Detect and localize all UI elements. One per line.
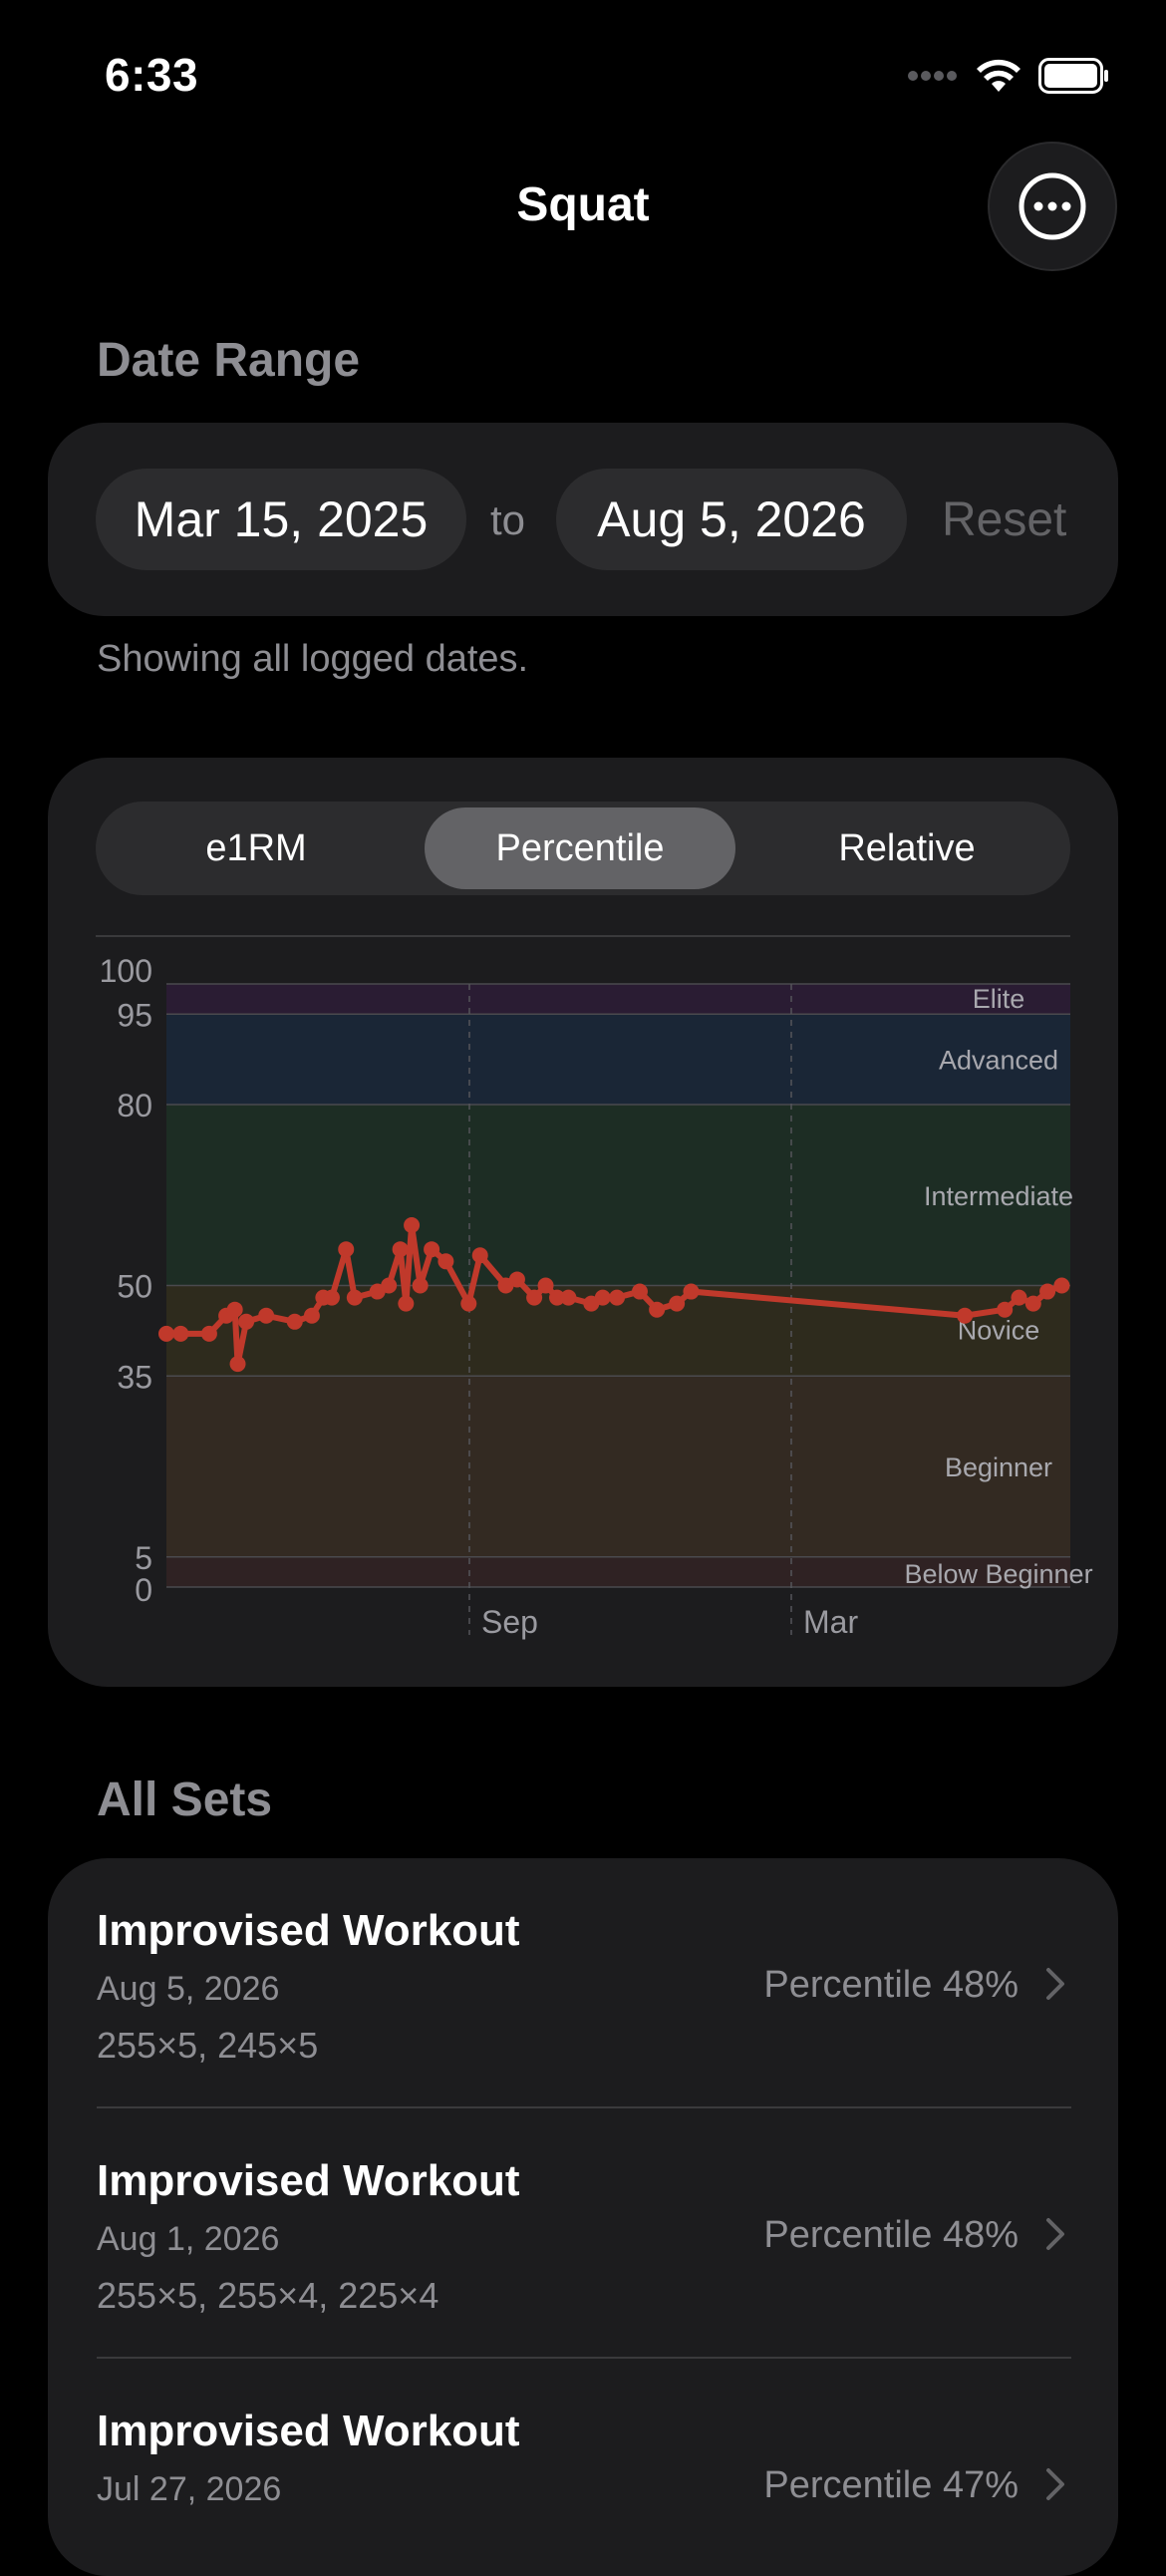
workout-date: Aug 1, 2026 bbox=[97, 2220, 280, 2258]
workout-title: Improvised Workout bbox=[97, 1906, 520, 1955]
cellular-signal-icon bbox=[908, 71, 957, 81]
data-point bbox=[471, 1247, 488, 1264]
data-point bbox=[560, 1289, 577, 1306]
chart-card: e1RM Percentile Relative 100 95 80 50 35 5 0 Se… bbox=[48, 758, 1118, 1687]
percentile-chart: 100 95 80 50 35 50 Sep Mar Elite Advanced Intermed… bbox=[100, 953, 1093, 1640]
data-point bbox=[398, 1295, 415, 1312]
date-range-card: Mar 15, 2025 to Aug 5, 2026 Reset bbox=[48, 423, 1118, 616]
all-sets-list: Improvised Workout Aug 5, 2026 255×5, 24… bbox=[48, 1858, 1118, 2576]
data-point bbox=[404, 1217, 421, 1233]
data-point bbox=[683, 1283, 700, 1300]
start-date-picker[interactable]: Mar 15, 2025 bbox=[96, 469, 466, 570]
data-point bbox=[1039, 1283, 1056, 1300]
band-advanced bbox=[166, 1014, 1070, 1105]
band-label: Beginner bbox=[945, 1452, 1052, 1482]
data-point bbox=[1024, 1295, 1041, 1312]
data-point bbox=[594, 1289, 611, 1306]
data-point bbox=[460, 1295, 477, 1312]
wifi-icon bbox=[977, 59, 1020, 92]
data-point bbox=[649, 1301, 666, 1318]
y-tick-label: 35 bbox=[117, 1359, 152, 1395]
date-range-hint: Showing all logged dates. bbox=[97, 638, 529, 680]
y-tick-label: 95 bbox=[117, 997, 152, 1033]
status-time: 6:33 bbox=[105, 49, 199, 101]
data-point bbox=[200, 1325, 217, 1342]
data-point bbox=[226, 1301, 243, 1318]
chevron-right-icon bbox=[1046, 2468, 1064, 2500]
y-tick-label: 50 bbox=[117, 1269, 152, 1305]
data-point bbox=[172, 1325, 189, 1342]
end-date-picker[interactable]: Aug 5, 2026 bbox=[556, 469, 907, 570]
x-tick-label: Sep bbox=[481, 1604, 538, 1640]
data-point bbox=[631, 1283, 648, 1300]
band-beginner bbox=[166, 1376, 1070, 1557]
all-sets-heading: All Sets bbox=[97, 1773, 273, 1826]
data-point bbox=[238, 1313, 255, 1330]
data-point bbox=[258, 1307, 275, 1324]
data-point bbox=[346, 1289, 363, 1306]
data-point bbox=[1011, 1289, 1027, 1306]
status-icons bbox=[907, 56, 1110, 96]
more-options-button[interactable] bbox=[988, 142, 1117, 271]
data-point bbox=[229, 1356, 246, 1373]
band-label: Intermediate bbox=[924, 1181, 1073, 1211]
data-point bbox=[158, 1325, 174, 1342]
data-point bbox=[669, 1295, 686, 1312]
percentile-value: Percentile 48% bbox=[763, 1964, 1019, 2006]
data-point bbox=[338, 1241, 355, 1258]
data-point bbox=[1053, 1277, 1070, 1294]
band-label: Elite bbox=[973, 984, 1025, 1014]
y-tick-label: 100 bbox=[100, 953, 152, 989]
chevron-right-icon bbox=[1046, 2218, 1064, 2250]
data-point bbox=[526, 1289, 543, 1306]
data-point bbox=[303, 1307, 320, 1324]
band-label: Below Beginner bbox=[904, 1559, 1092, 1589]
data-point bbox=[381, 1277, 398, 1294]
workout-title: Improvised Workout bbox=[97, 2156, 520, 2205]
date-range-heading: Date Range bbox=[97, 334, 361, 387]
workout-date: Aug 5, 2026 bbox=[97, 1970, 280, 2008]
ellipsis-circle-icon bbox=[1019, 172, 1086, 240]
data-point bbox=[957, 1307, 974, 1324]
data-point bbox=[323, 1289, 340, 1306]
percentile-value: Percentile 48% bbox=[763, 2214, 1019, 2256]
data-point bbox=[286, 1313, 303, 1330]
y-tick-label: 5 bbox=[135, 1540, 152, 1576]
data-point bbox=[609, 1289, 626, 1306]
data-point bbox=[424, 1241, 440, 1258]
data-point bbox=[537, 1277, 554, 1294]
y-tick-label: 0 bbox=[135, 1572, 152, 1608]
data-point bbox=[508, 1271, 525, 1288]
list-item[interactable]: Improvised Workout Aug 1, 2026 255×5, 25… bbox=[48, 2108, 1118, 2358]
to-label: to bbox=[490, 496, 526, 543]
list-item[interactable]: Improvised Workout Aug 5, 2026 255×5, 24… bbox=[48, 1858, 1118, 2107]
band-label: Advanced bbox=[939, 1046, 1058, 1076]
workout-date: Jul 27, 2026 bbox=[97, 2470, 282, 2508]
band-elite bbox=[166, 984, 1070, 1015]
workout-sets: 255×5, 255×4, 225×4 bbox=[97, 2275, 439, 2316]
data-point bbox=[392, 1241, 409, 1258]
y-tick-label: 80 bbox=[117, 1088, 152, 1124]
workout-title: Improvised Workout bbox=[97, 2407, 520, 2455]
data-point bbox=[997, 1301, 1014, 1318]
percentile-value: Percentile 47% bbox=[763, 2464, 1019, 2506]
workout-sets: 255×5, 245×5 bbox=[97, 2025, 319, 2066]
x-tick-label: Mar bbox=[803, 1604, 858, 1640]
chevron-right-icon bbox=[1046, 1968, 1064, 2000]
reset-button[interactable]: Reset bbox=[942, 492, 1066, 547]
data-point bbox=[412, 1277, 429, 1294]
battery-icon bbox=[1038, 58, 1108, 94]
list-item[interactable]: Improvised Workout Jul 27, 2026 Percenti… bbox=[48, 2359, 1118, 2576]
data-point bbox=[437, 1253, 454, 1270]
